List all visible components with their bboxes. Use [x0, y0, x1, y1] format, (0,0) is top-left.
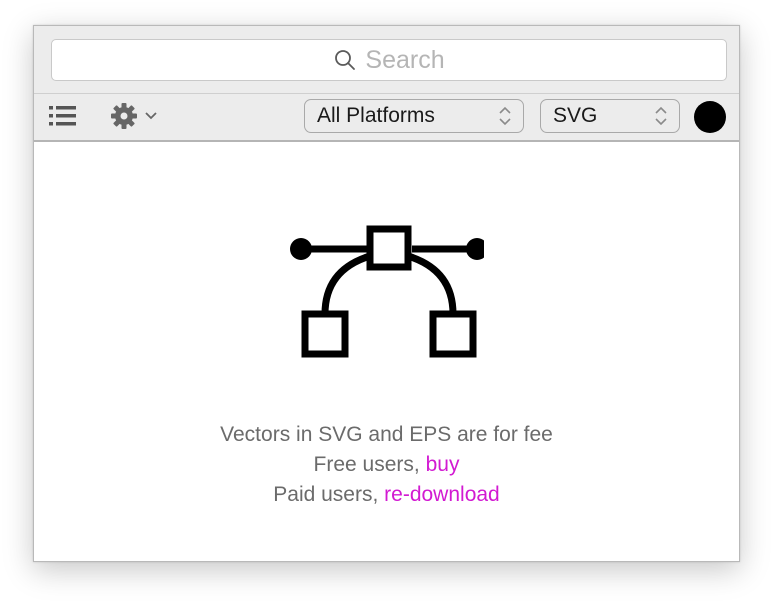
gear-icon [111, 103, 137, 129]
vector-fee-message: Vectors in SVG and EPS are for fee Free … [34, 420, 739, 510]
chevron-down-icon [145, 112, 157, 120]
search-bar: Search [34, 26, 739, 94]
buy-link[interactable]: buy [426, 453, 460, 476]
re-download-link[interactable]: re-download [384, 483, 500, 506]
format-select[interactable]: SVG [540, 99, 680, 133]
format-select-value: SVG [553, 104, 598, 127]
message-line-fee: Vectors in SVG and EPS are for fee [220, 423, 553, 446]
list-view-button[interactable] [48, 105, 78, 127]
app-window: Search All Platforms SVG Vectors in SVG … [33, 25, 740, 562]
platform-select-value: All Platforms [317, 104, 435, 127]
settings-menu-button[interactable] [110, 102, 166, 130]
toolbar: All Platforms SVG [34, 94, 739, 142]
paid-users-label: Paid users, [273, 483, 385, 506]
up-down-arrows-icon [499, 106, 511, 126]
platform-select[interactable]: All Platforms [304, 99, 524, 133]
search-placeholder: Search [365, 45, 445, 74]
content-area: Vectors in SVG and EPS are for fee Free … [34, 142, 739, 561]
up-down-arrows-icon [655, 106, 667, 126]
color-picker-swatch[interactable] [694, 101, 726, 133]
bezier-vector-icon [290, 225, 484, 358]
message-line-free-users: Free users, buy [34, 450, 739, 480]
list-icon [49, 106, 76, 126]
free-users-label: Free users, [313, 453, 426, 476]
search-input[interactable]: Search [51, 39, 727, 81]
message-line-paid-users: Paid users, re-download [34, 480, 739, 510]
magnifier-icon [335, 50, 356, 70]
